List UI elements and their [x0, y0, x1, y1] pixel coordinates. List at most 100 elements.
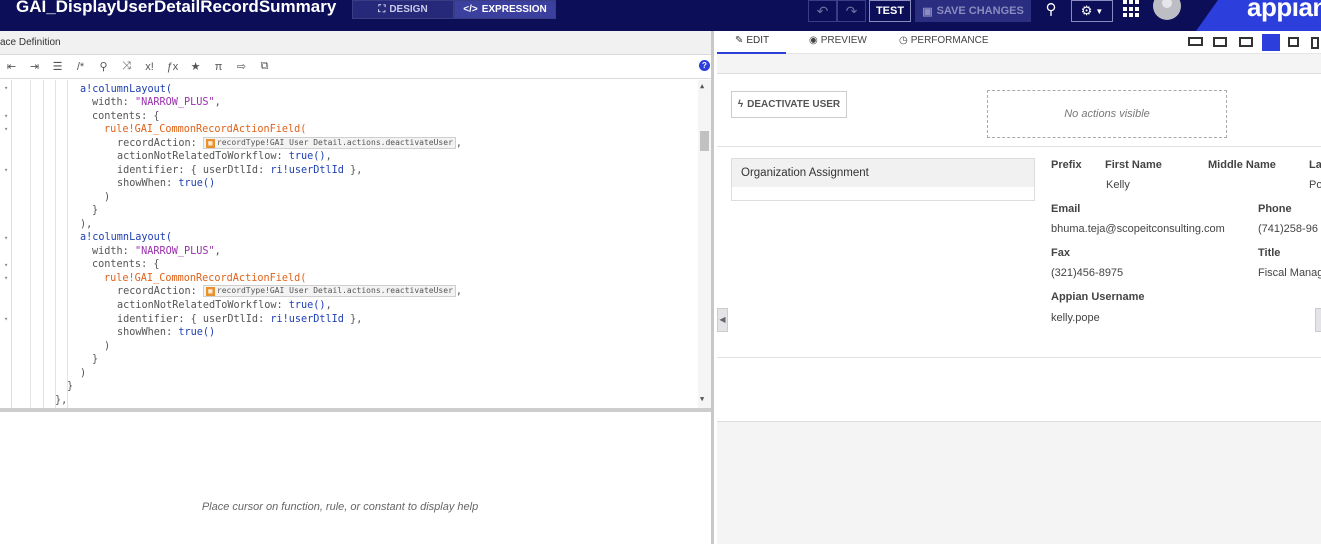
- code-line: width: "NARROW_PLUS",: [92, 97, 221, 108]
- caret-down-icon: ▼: [1095, 6, 1104, 16]
- panel-splitter[interactable]: [0, 408, 711, 412]
- test-button[interactable]: TEST: [869, 0, 911, 22]
- code-line: contents: {: [92, 111, 160, 122]
- code-line: ): [104, 192, 111, 203]
- scroll-down-icon[interactable]: ▼: [700, 395, 704, 403]
- design-mode-button[interactable]: ⛶ DESIGN: [352, 0, 454, 19]
- redo-icon: ↷: [845, 2, 858, 19]
- interface-title: GAI_DisplayUserDetailRecordSummary: [16, 0, 337, 16]
- fold-marker[interactable]: ▾: [4, 315, 11, 323]
- save-changes-button[interactable]: ▣ SAVE CHANGES: [915, 0, 1031, 22]
- fax-label: Fax: [1051, 247, 1070, 259]
- expression-mode-button[interactable]: </> EXPRESSION: [454, 0, 556, 19]
- code-line: actionNotRelatedToWorkflow: true(),: [117, 151, 332, 162]
- active-tab-indicator: [717, 52, 786, 54]
- code-line: ): [104, 341, 111, 352]
- organization-assignment-card: Organization Assignment: [731, 158, 1035, 201]
- indent-icon[interactable]: ⇥: [23, 60, 46, 73]
- eye-icon: ◉: [809, 35, 818, 46]
- code-line: showWhen: true(): [117, 327, 216, 338]
- desktop-icon[interactable]: [1239, 37, 1253, 47]
- divider: [717, 357, 1321, 358]
- card-title: Organization Assignment: [732, 159, 1034, 187]
- email-value: bhuma.teja@scopeitconsulting.com: [1051, 223, 1225, 235]
- code-line: ): [80, 368, 87, 379]
- tablet-icon[interactable]: [1288, 37, 1299, 47]
- tab-edit[interactable]: ✎ EDIT: [735, 35, 769, 46]
- apps-grid-icon[interactable]: [1123, 0, 1141, 18]
- function-icon[interactable]: ƒx: [161, 61, 184, 73]
- code-line: recordAction: ▦ recordType!GAI User Detai…: [117, 137, 463, 149]
- fold-marker[interactable]: ▾: [4, 261, 11, 269]
- comment-icon[interactable]: /*: [69, 61, 92, 73]
- design-icon: ⛶: [378, 4, 386, 15]
- line-gutter: ▾ ▾ ▾ ▾ ▾ ▾ ▾ ▾: [0, 80, 12, 408]
- code-line: recordAction: ▦ recordType!GAI User Detai…: [117, 285, 463, 297]
- code-line: rule!GAI_CommonRecordActionField(: [104, 273, 307, 284]
- monitor-icon[interactable]: [1262, 34, 1280, 51]
- deactivate-user-button[interactable]: ϟ DEACTIVATE USER: [731, 91, 847, 118]
- edit-icon: ✎: [735, 35, 744, 46]
- code-icon: </>: [463, 4, 478, 15]
- code-line: }: [92, 205, 99, 216]
- preview-canvas: ϟ DEACTIVATE USER No actions visible Orga…: [717, 73, 1321, 422]
- outdent-icon[interactable]: ⇤: [0, 60, 23, 73]
- list-icon[interactable]: ☰: [46, 60, 69, 73]
- search-icon[interactable]: ⚲: [92, 60, 115, 73]
- panel-title: ace Definition: [0, 37, 61, 48]
- dependencies-icon[interactable]: ⧉: [253, 60, 276, 73]
- phone-label: Phone: [1258, 203, 1292, 215]
- code-line: a!columnLayout(: [80, 232, 173, 243]
- code-editor[interactable]: ▾ ▾ ▾ ▾ ▾ ▾ ▾ ▾ a!columnLayout( width: "…: [0, 80, 711, 408]
- tab-performance[interactable]: ◷ PERFORMANCE: [899, 35, 989, 46]
- record-type-token[interactable]: ▦ recordType!GAI User Detail.actions.deac…: [202, 137, 456, 149]
- fold-marker[interactable]: ▾: [4, 112, 11, 120]
- last-name-label: La: [1309, 159, 1321, 171]
- code-line: }: [92, 354, 99, 365]
- fit-width-icon[interactable]: [1188, 37, 1203, 46]
- expression-editor-panel: ace Definition ⇤ ⇥ ☰ /* ⚲ ⤨ x! ƒx ★ π ⇨ …: [0, 31, 714, 544]
- top-bar: GAI_DisplayUserDetailRecordSummary ⛶ DESI…: [0, 0, 1321, 31]
- editor-toolbar: ⇤ ⇥ ☰ /* ⚲ ⤨ x! ƒx ★ π ⇨ ⧉ ?: [0, 55, 711, 79]
- fold-marker[interactable]: ▾: [4, 166, 11, 174]
- desktop-wide-icon[interactable]: [1213, 37, 1227, 47]
- undo-button[interactable]: ↶: [808, 0, 837, 22]
- fold-marker[interactable]: ▾: [4, 234, 11, 242]
- collapse-right-icon[interactable]: [1315, 308, 1321, 332]
- star-icon[interactable]: ★: [184, 60, 207, 73]
- first-name-value: Kelly: [1106, 179, 1130, 191]
- variable-icon[interactable]: x!: [138, 61, 161, 73]
- preview-tabs: ✎ EDIT ◉ PREVIEW ◷ PERFORMANCE: [717, 31, 1321, 54]
- scrollbar-thumb[interactable]: [700, 131, 709, 151]
- settings-menu-button[interactable]: ⚙ ▼: [1071, 0, 1113, 22]
- code-line: a!columnLayout(: [80, 84, 173, 95]
- fold-marker[interactable]: ▾: [4, 84, 11, 92]
- code-line: identifier: { userDtlId: ri!userDtlId },: [117, 165, 363, 176]
- no-actions-placeholder: No actions visible: [987, 90, 1227, 138]
- appian-logo: appian: [1247, 0, 1321, 22]
- code-line: },: [55, 395, 68, 406]
- code-line: ),: [80, 219, 93, 230]
- monitor-search-icon[interactable]: ⚲: [1040, 0, 1062, 20]
- collapse-left-icon[interactable]: ◀: [717, 308, 728, 332]
- fax-value: (321)456-8975: [1051, 267, 1124, 279]
- help-icon[interactable]: ?: [699, 60, 710, 71]
- code-line: contents: {: [92, 259, 160, 270]
- title-value: Fiscal Manag: [1258, 267, 1321, 279]
- fold-marker[interactable]: ▾: [4, 274, 11, 282]
- phone-icon[interactable]: [1311, 37, 1319, 49]
- export-icon[interactable]: ⇨: [230, 60, 253, 73]
- tab-preview[interactable]: ◉ PREVIEW: [809, 35, 867, 46]
- code-line: width: "NARROW_PLUS",: [92, 246, 221, 257]
- avatar[interactable]: [1153, 0, 1181, 20]
- code-line: rule!GAI_CommonRecordActionField(: [104, 124, 307, 135]
- scroll-up-icon[interactable]: ▲: [700, 82, 704, 90]
- username-value: kelly.pope: [1051, 312, 1100, 324]
- shuffle-icon[interactable]: ⤨: [115, 60, 138, 73]
- record-type-token[interactable]: ▦ recordType!GAI User Detail.actions.reac…: [202, 285, 456, 297]
- editor-scrollbar[interactable]: ▲ ▼: [698, 80, 711, 408]
- last-name-value: Po: [1309, 179, 1321, 191]
- pi-icon[interactable]: π: [207, 61, 230, 73]
- fold-marker[interactable]: ▾: [4, 125, 11, 133]
- redo-button[interactable]: ↷: [837, 0, 866, 22]
